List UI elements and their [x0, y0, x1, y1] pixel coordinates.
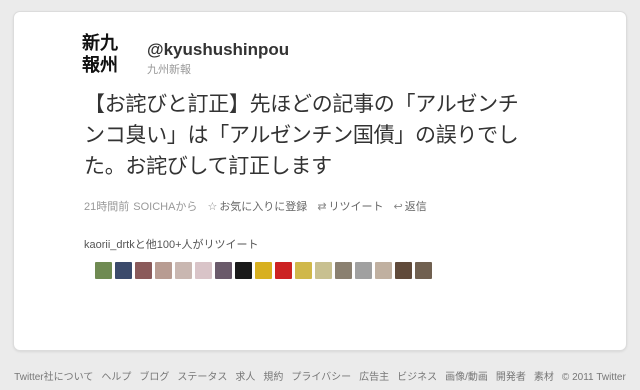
retweeter-avatar[interactable]: [175, 262, 192, 279]
retweeter-avatar[interactable]: [195, 262, 212, 279]
retweeter-avatar[interactable]: [295, 262, 312, 279]
footer-link[interactable]: プライバシー: [291, 372, 351, 383]
user-handle[interactable]: @kyushushinpou: [147, 40, 289, 60]
retweet-button[interactable]: ⇄ リツイート: [317, 198, 383, 214]
footer-link[interactable]: 画像/動画: [445, 372, 488, 383]
tweet-line: た。お詫びして訂正します: [84, 154, 332, 178]
footer-link[interactable]: 開発者: [496, 372, 526, 383]
retweeter-avatar[interactable]: [415, 262, 432, 279]
footer-links: Twitter社について ヘルプ ブログ ステータス 求人 規約 プライバシー 広告主 ビジネス…: [0, 368, 640, 383]
tweet-line: 【お詫びと訂正】先ほどの記事の「アルゼンチ: [84, 92, 519, 116]
reply-label: 返信: [404, 201, 427, 213]
footer-link[interactable]: 規約: [263, 372, 283, 383]
tweet-line: ンコ臭い」は「アルゼンチン国債」の誤りでし: [84, 123, 519, 147]
retweeters-summary[interactable]: kaorii_drtkと他100+人がリツイート: [84, 236, 259, 252]
reply-button[interactable]: ↩ 返信: [394, 198, 427, 214]
footer-link[interactable]: ビジネス: [397, 372, 437, 383]
retweeter-avatar[interactable]: [155, 262, 172, 279]
tweet-text: 【お詫びと訂正】先ほどの記事の「アルゼンチ ンコ臭い」は「アルゼンチン国債」の誤…: [84, 89, 599, 182]
footer-link[interactable]: ブログ: [139, 372, 169, 383]
footer-link[interactable]: 求人: [235, 372, 255, 383]
footer-link[interactable]: 広告主: [359, 372, 389, 383]
retweet-icon: ⇄: [317, 200, 327, 213]
footer-link[interactable]: Twitter社について: [14, 372, 93, 383]
retweeter-avatar[interactable]: [375, 262, 392, 279]
avatar-text-line1: 新九: [82, 33, 118, 54]
retweeter-avatar[interactable]: [335, 262, 352, 279]
favorite-label: お気に入りに登録: [219, 201, 308, 213]
retweeter-avatar[interactable]: [95, 262, 112, 279]
retweeter-avatar[interactable]: [255, 262, 272, 279]
reply-icon: ↩: [393, 200, 403, 213]
footer-copyright: © 2011 Twitter: [561, 372, 626, 383]
avatar-text-line2: 報州: [82, 55, 118, 76]
footer-link[interactable]: ヘルプ: [101, 372, 131, 383]
tweet-meta: 21時間前 SOICHAから ☆ お気に入りに登録 ⇄ リツイート ↩ 返信: [84, 198, 427, 214]
tweet-source[interactable]: SOICHAから: [133, 198, 197, 214]
tweet-timestamp[interactable]: 21時間前: [84, 198, 129, 214]
retweeter-avatar[interactable]: [395, 262, 412, 279]
avatar[interactable]: 新九 報州: [82, 30, 132, 80]
user-real-name: 九州新報: [147, 64, 191, 76]
retweeter-avatar[interactable]: [355, 262, 372, 279]
retweeter-avatar[interactable]: [315, 262, 332, 279]
retweet-label: リツイート: [328, 201, 384, 213]
retweeter-avatar[interactable]: [135, 262, 152, 279]
retweeter-avatar[interactable]: [275, 262, 292, 279]
star-icon: ☆: [207, 200, 218, 213]
footer-link[interactable]: 素材: [534, 372, 554, 383]
retweeter-avatar[interactable]: [115, 262, 132, 279]
retweeter-avatar[interactable]: [235, 262, 252, 279]
retweeter-avatars: [95, 262, 432, 279]
retweeter-avatar[interactable]: [215, 262, 232, 279]
favorite-button[interactable]: ☆ お気に入りに登録: [207, 198, 307, 214]
footer-link[interactable]: ステータス: [177, 372, 227, 383]
